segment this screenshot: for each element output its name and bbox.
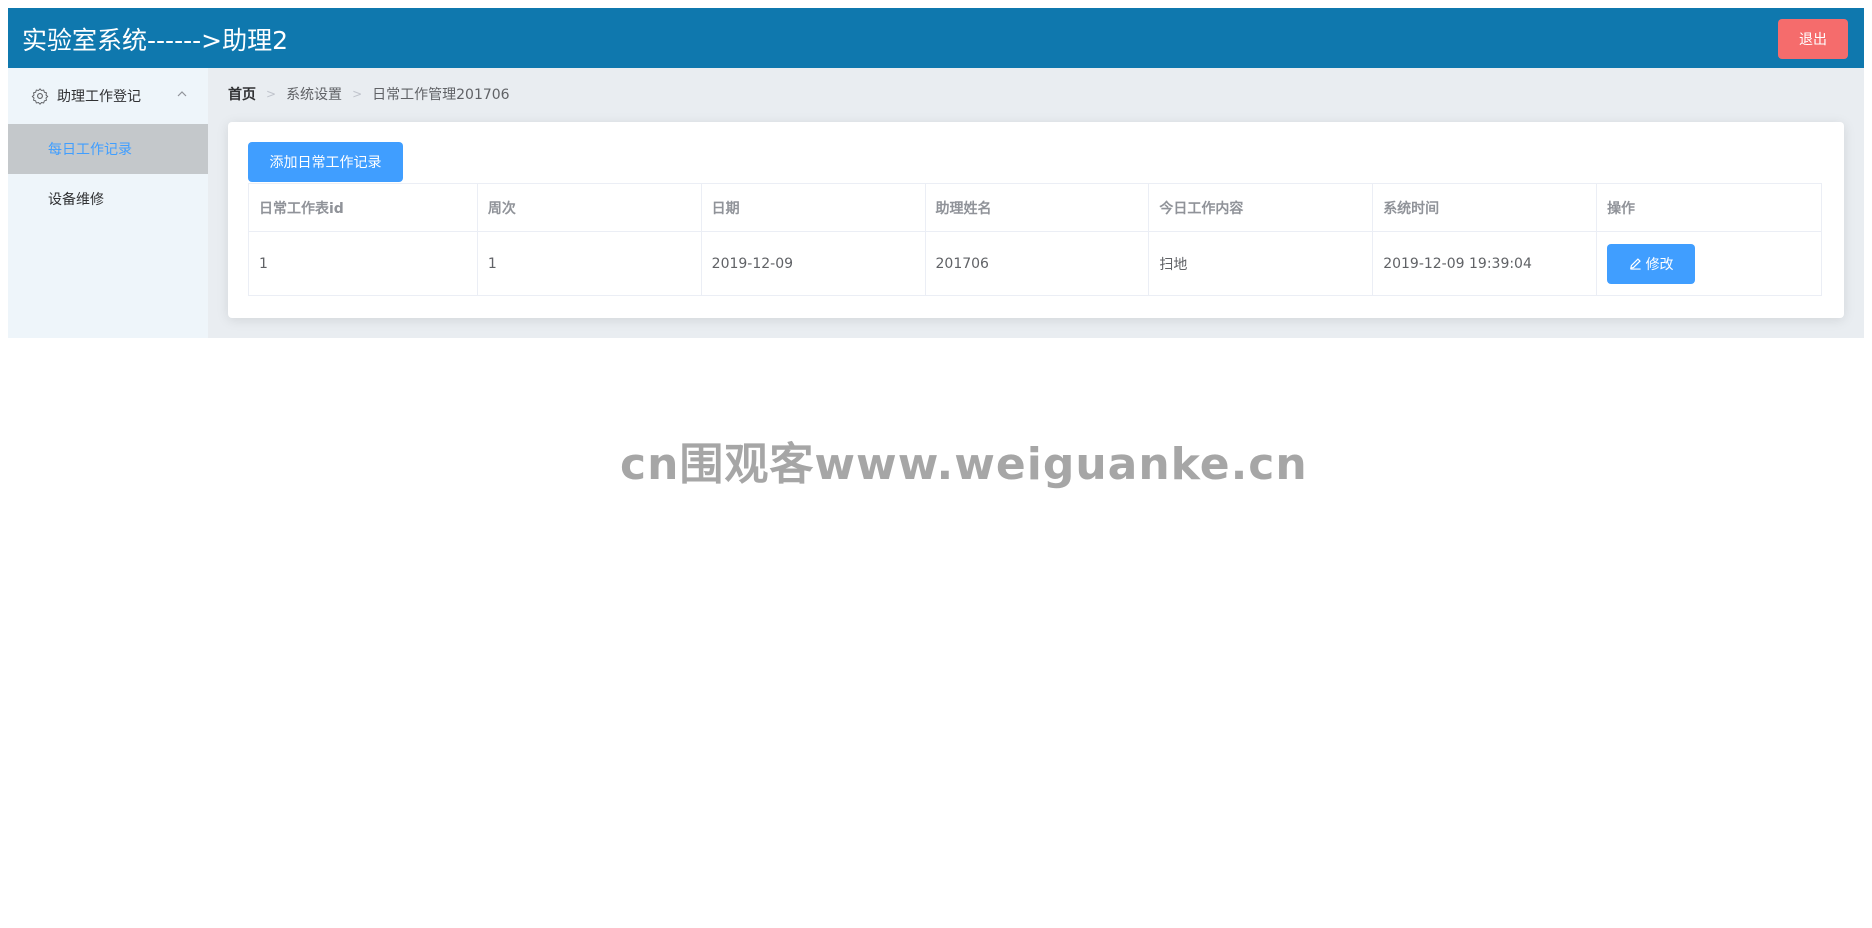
- cell-work-content: 扫地: [1148, 231, 1374, 296]
- app-title: 实验室系统------>助理2: [22, 26, 288, 55]
- add-daily-work-record-button[interactable]: 添加日常工作记录: [248, 142, 403, 182]
- logout-button[interactable]: 退出: [1778, 19, 1848, 59]
- breadcrumb-separator-icon: >: [352, 87, 363, 101]
- column-header-system-time: 系统时间: [1372, 183, 1598, 232]
- watermark: cn围观客www.weiguanke.cn: [620, 439, 1308, 490]
- cell-date: 2019-12-09: [700, 231, 926, 296]
- breadcrumb-current: 日常工作管理201706: [372, 87, 510, 103]
- cell-week: 1: [476, 231, 702, 296]
- chevron-up-icon: [177, 91, 187, 97]
- column-header-week: 周次: [476, 183, 702, 232]
- gear-icon: [31, 88, 49, 105]
- cell-assistant-name: 201706: [924, 231, 1150, 296]
- content-card: 添加日常工作记录 日常工作表id 周次 日期 助理姓名 今日工作内容 系统时间 …: [228, 122, 1844, 318]
- cell-actions: 修改: [1596, 231, 1822, 296]
- sidebar-item-equipment-repair[interactable]: 设备维修: [8, 174, 208, 224]
- column-header-id: 日常工作表id: [248, 183, 478, 232]
- edit-button[interactable]: 修改: [1607, 243, 1696, 284]
- table-header-row: 日常工作表id 周次 日期 助理姓名 今日工作内容 系统时间 操作: [248, 183, 1822, 232]
- column-header-assistant-name: 助理姓名: [924, 183, 1150, 232]
- sidebar-item-daily-work-record[interactable]: 每日工作记录: [8, 124, 208, 174]
- sidebar-group-label: 助理工作登记: [57, 89, 141, 105]
- app-frame: 实验室系统------>助理2 退出 助理工作登记 每日工作记录 设备维修 首页…: [8, 8, 1864, 920]
- column-header-work-content: 今日工作内容: [1148, 183, 1374, 232]
- sidebar-group-assistant-work[interactable]: 助理工作登记: [8, 68, 208, 124]
- column-header-date: 日期: [700, 183, 926, 232]
- breadcrumb: 首页 > 系统设置 > 日常工作管理201706: [228, 84, 510, 104]
- cell-system-time: 2019-12-09 19:39:04: [1372, 231, 1598, 296]
- table-row: 1 1 2019-12-09 201706 扫地 2019-12-09 19:3…: [248, 231, 1822, 296]
- main-content: 首页 > 系统设置 > 日常工作管理201706 添加日常工作记录 日常工作表i…: [208, 68, 1864, 338]
- sidebar: 助理工作登记 每日工作记录 设备维修: [8, 68, 208, 338]
- breadcrumb-separator-icon: >: [266, 87, 277, 101]
- column-header-actions: 操作: [1596, 183, 1822, 232]
- top-header: 实验室系统------>助理2 退出: [8, 8, 1864, 68]
- edit-button-label: 修改: [1645, 256, 1674, 273]
- daily-work-table: 日常工作表id 周次 日期 助理姓名 今日工作内容 系统时间 操作 1 1 20…: [248, 183, 1822, 296]
- breadcrumb-system-settings: 系统设置: [286, 87, 343, 103]
- breadcrumb-home[interactable]: 首页: [228, 84, 256, 104]
- cell-id: 1: [248, 231, 478, 296]
- edit-pencil-icon: [1629, 258, 1641, 270]
